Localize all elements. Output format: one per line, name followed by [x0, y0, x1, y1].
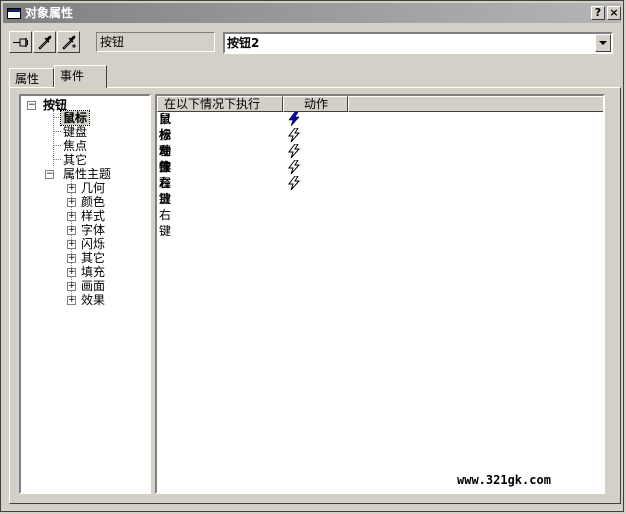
expand-icon[interactable]: + — [67, 240, 76, 249]
eyedropper-button[interactable] — [33, 31, 56, 53]
collapse-icon[interactable]: − — [27, 101, 36, 110]
eyedropper-icon — [37, 35, 51, 50]
lightning-outline-icon[interactable] — [287, 160, 301, 174]
tree-node-keyboard[interactable]: 键盘 — [63, 125, 87, 139]
object-name-combobox[interactable]: 按钮2 — [223, 32, 613, 54]
pin-icon — [13, 37, 28, 47]
tree-connector — [53, 159, 61, 160]
lightning-outline-icon[interactable] — [287, 144, 301, 158]
column-header-filler — [348, 96, 603, 112]
column-header-action[interactable]: 动作 — [283, 96, 348, 112]
tree-node-label: 效果 — [81, 293, 106, 307]
tree-connector — [53, 145, 61, 146]
expand-icon[interactable]: + — [67, 212, 76, 221]
event-label: 释放右键 — [159, 176, 172, 238]
expand-icon[interactable]: + — [67, 296, 76, 305]
tab-properties[interactable]: 属性 — [9, 68, 54, 87]
chevron-down-icon — [599, 40, 607, 45]
window-icon — [7, 7, 21, 19]
tree-connector — [53, 131, 61, 132]
expand-icon[interactable]: + — [67, 268, 76, 277]
expand-icon[interactable]: + — [67, 184, 76, 193]
tree-node-label: 鼠标 — [59, 110, 91, 126]
close-button[interactable]: × — [607, 6, 621, 20]
object-type-field: 按钮 — [96, 32, 215, 52]
window-title: 对象属性 — [25, 6, 74, 20]
tree-node-mouse[interactable]: 鼠标 — [59, 110, 91, 126]
tree-connector — [53, 110, 54, 166]
lightning-icon[interactable] — [287, 112, 301, 126]
tree-node-label: 填充 — [81, 265, 106, 279]
dropdown-button[interactable] — [595, 34, 611, 52]
object-name-value: 按钮2 — [227, 36, 260, 50]
tree-node-label: 闪烁 — [81, 237, 106, 251]
collapse-icon[interactable]: − — [45, 170, 54, 179]
help-button[interactable]: ? — [591, 6, 605, 20]
expand-icon[interactable]: + — [67, 226, 76, 235]
lightning-outline-icon[interactable] — [287, 128, 301, 142]
eyedropper-plus-icon — [61, 35, 76, 50]
title-bar[interactable]: 对象属性 ? × — [3, 3, 621, 23]
tree-node-label: 颜色 — [81, 195, 106, 209]
expand-icon[interactable]: + — [67, 254, 76, 263]
lightning-outline-icon[interactable] — [287, 176, 301, 190]
tree-node-other[interactable]: 其它 — [63, 153, 87, 167]
tree-node-label: 画面 — [81, 279, 106, 293]
column-header-condition[interactable]: 在以下情况下执行 — [157, 96, 283, 112]
tree-node-label: 样式 — [81, 209, 106, 223]
eyedropper-plus-button[interactable] — [57, 31, 80, 53]
tree-node-label: 几何 — [81, 181, 106, 195]
tab-events[interactable]: 事件 — [54, 65, 107, 88]
toolbar — [9, 31, 81, 55]
event-action-list[interactable]: 在以下情况下执行 动作 鼠标动作 按左键 释放左键 按右键 释放右键 — [155, 94, 605, 494]
tree-node-label: 属性主题 — [63, 167, 112, 181]
pin-button[interactable] — [9, 31, 32, 53]
tree-node-label: 字体 — [81, 223, 106, 237]
expand-icon[interactable]: + — [67, 282, 76, 291]
tree-node-label: 其它 — [81, 251, 106, 265]
tree-connector — [53, 117, 61, 118]
event-tree[interactable]: − 按钮 鼠标 键盘 焦点 其它 − 属性主题 + 几何 + 颜色 + 样式 + 字体 … — [19, 94, 151, 494]
tree-node-label: 按钮 — [43, 98, 68, 112]
tree-node-focus[interactable]: 焦点 — [63, 139, 87, 153]
expand-icon[interactable]: + — [67, 198, 76, 207]
object-properties-window: 对象属性 ? × 按钮 按钮2 属性 事件 − 按钮 鼠标 键盘 焦点 其它 −… — [0, 0, 624, 512]
watermark-text: www.321gk.com — [457, 473, 551, 487]
